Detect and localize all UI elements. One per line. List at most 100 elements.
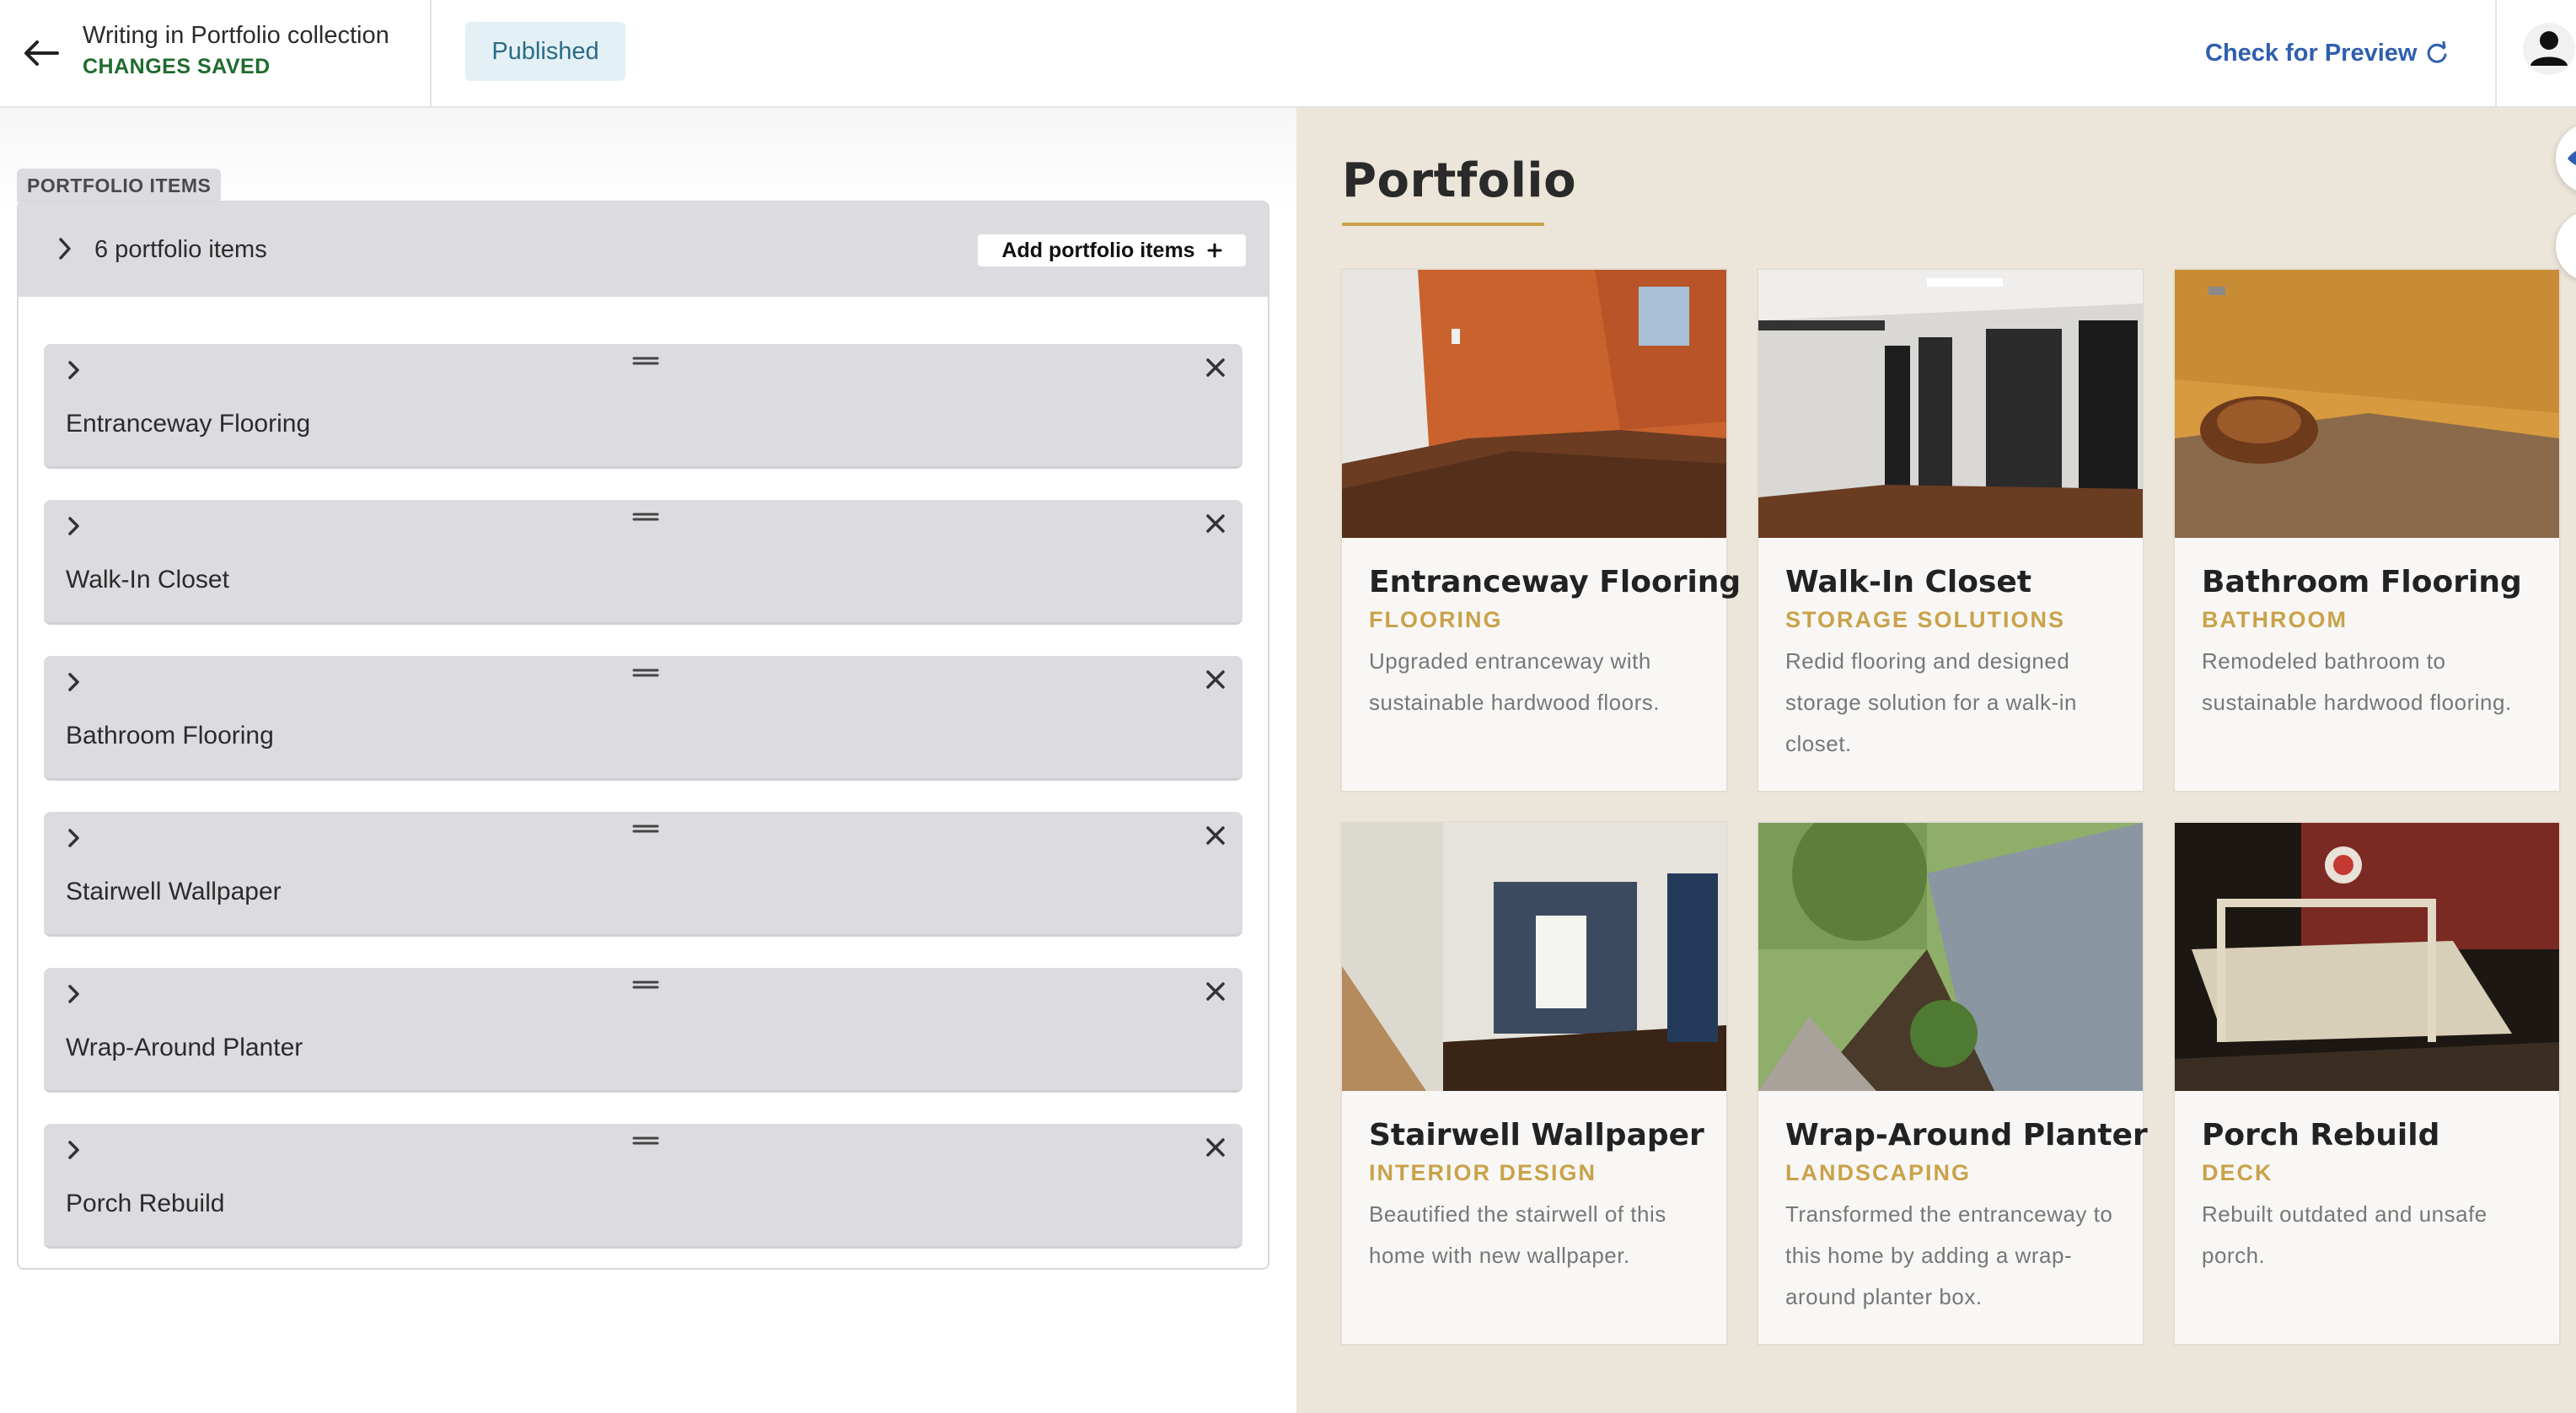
- remove-item-button[interactable]: [1200, 664, 1231, 695]
- portfolio-card-walk-in-closet[interactable]: Walk-In Closet STORAGE SOLUTIONS Redid f…: [1757, 268, 2144, 792]
- close-icon: [1206, 1138, 1225, 1157]
- card-title: Stairwell Wallpaper: [1369, 1118, 1704, 1152]
- card-photo: [1758, 823, 2143, 1091]
- card-photo: [1758, 270, 2143, 538]
- drag-handle[interactable]: [631, 1131, 661, 1151]
- card-description: Beautified the stairwell of this home wi…: [1369, 1201, 1666, 1268]
- card-photo: [2175, 823, 2559, 1091]
- chevron-right-icon: [68, 829, 79, 847]
- portfolio-item-bathroom-flooring[interactable]: Bathroom Flooring: [44, 656, 1242, 781]
- portfolio-item-label: Bathroom Flooring: [66, 722, 274, 749]
- remove-item-button[interactable]: [1200, 508, 1231, 539]
- card-description: Upgraded entranceway with sustainable ha…: [1369, 648, 1660, 715]
- portfolio-item-label: Stairwell Wallpaper: [66, 878, 282, 905]
- user-avatar-button[interactable]: [2522, 22, 2576, 76]
- portfolio-card-bathroom-flooring[interactable]: Bathroom Flooring BATHROOM Remodeled bat…: [2173, 268, 2561, 792]
- portfolio-item-label: Entranceway Flooring: [66, 410, 311, 438]
- remove-item-button[interactable]: [1200, 352, 1231, 383]
- add-portfolio-items-label: Add portfolio items: [1001, 238, 1195, 262]
- card-photo: [2175, 270, 2559, 538]
- user-avatar-icon: [2523, 23, 2575, 75]
- drag-handle-icon: [632, 825, 659, 833]
- editor-panel: PORTFOLIO ITEMS 6 portfolio items Add po…: [0, 108, 1296, 1413]
- portfolio-card-entranceway-flooring[interactable]: Entranceway Flooring FLOORING Upgraded e…: [1340, 268, 1741, 792]
- close-icon: [1206, 358, 1225, 377]
- card-title: Wrap-Around Planter: [1785, 1118, 2148, 1152]
- add-portfolio-items-button[interactable]: Add portfolio items: [978, 234, 1246, 266]
- portfolio-item-wrap-around-planter[interactable]: Wrap-Around Planter: [44, 968, 1242, 1093]
- expand-item-toggle[interactable]: [61, 352, 86, 386]
- card-category: FLOORING: [1369, 607, 1503, 632]
- chevron-right-icon: [68, 361, 79, 379]
- portfolio-items-count: 6 portfolio items: [94, 236, 267, 263]
- portfolio-items-section-label: PORTFOLIO ITEMS: [17, 169, 222, 202]
- card-title: Walk-In Closet: [1785, 565, 2032, 599]
- card-category: BATHROOM: [2202, 607, 2348, 632]
- drag-handle[interactable]: [631, 351, 661, 371]
- portfolio-items-header: 6 portfolio items Add portfolio items: [19, 202, 1268, 297]
- card-title: Entranceway Flooring: [1369, 565, 1741, 599]
- card-photo: [1342, 270, 1726, 538]
- header-divider: [430, 0, 432, 108]
- close-icon: [1206, 826, 1225, 845]
- expand-item-toggle[interactable]: [61, 820, 86, 854]
- drag-handle-icon: [632, 357, 659, 365]
- refresh-icon: [2428, 41, 2447, 63]
- card-category: LANDSCAPING: [1785, 1160, 1972, 1185]
- drag-handle-icon: [632, 669, 659, 677]
- collection-title: Writing in Portfolio collection: [83, 22, 389, 49]
- expand-item-toggle[interactable]: [61, 1132, 86, 1166]
- portfolio-card-wrap-around-planter[interactable]: Wrap-Around Planter LANDSCAPING Transfor…: [1757, 821, 2148, 1346]
- portfolio-heading: Portfolio: [1342, 153, 1577, 208]
- published-status-button[interactable]: Published: [465, 22, 625, 81]
- close-icon: [1206, 670, 1225, 689]
- top-bar: Writing in Portfolio collection CHANGES …: [0, 0, 2576, 108]
- resize-preview-button[interactable]: [2556, 211, 2576, 282]
- card-description: Redid flooring and designed storage solu…: [1785, 648, 2077, 756]
- check-for-preview-label: Check for Preview: [2205, 39, 2418, 67]
- portfolio-card-stairwell-wallpaper[interactable]: Stairwell Wallpaper INTERIOR DESIGN Beau…: [1340, 821, 1728, 1346]
- collection-title-block: Writing in Portfolio collection CHANGES …: [83, 20, 389, 83]
- portfolio-card-porch-rebuild[interactable]: Porch Rebuild DECK Rebuilt outdated and …: [2173, 821, 2561, 1346]
- chevron-right-icon: [68, 517, 79, 535]
- drag-handle-icon: [632, 981, 659, 989]
- card-category: INTERIOR DESIGN: [1369, 1160, 1597, 1185]
- expand-item-toggle[interactable]: [61, 664, 86, 698]
- preview-panel: Portfolio Entranceway Flooring FLOORING …: [1296, 108, 2576, 1413]
- drag-handle[interactable]: [631, 975, 661, 995]
- card-category: DECK: [2202, 1160, 2273, 1185]
- card-description: Transformed the entranceway to this home…: [1785, 1201, 2113, 1309]
- portfolio-item-entranceway-flooring[interactable]: Entranceway Flooring: [44, 344, 1242, 469]
- portfolio-item-stairwell-wallpaper[interactable]: Stairwell Wallpaper: [44, 812, 1242, 937]
- portfolio-item-walk-in-closet[interactable]: Walk-In Closet: [44, 500, 1242, 625]
- remove-item-button[interactable]: [1200, 820, 1231, 851]
- remove-item-button[interactable]: [1200, 976, 1231, 1007]
- close-icon: [1206, 514, 1225, 533]
- portfolio-item-label: Wrap-Around Planter: [66, 1034, 303, 1061]
- drag-handle[interactable]: [631, 663, 661, 683]
- eye-icon: [2568, 151, 2576, 165]
- portfolio-item-label: Porch Rebuild: [66, 1190, 225, 1217]
- expand-items-toggle[interactable]: [52, 234, 78, 263]
- card-title: Porch Rebuild: [2202, 1118, 2440, 1152]
- header-divider-right: [2495, 0, 2497, 108]
- drag-handle-icon: [632, 1136, 659, 1145]
- back-button[interactable]: [19, 34, 62, 73]
- drag-handle[interactable]: [631, 819, 661, 839]
- card-description: Rebuilt outdated and unsafe porch.: [2202, 1201, 2487, 1268]
- chevron-right-icon: [59, 238, 71, 260]
- check-for-preview-link[interactable]: Check for Preview: [2205, 34, 2449, 73]
- portfolio-item-porch-rebuild[interactable]: Porch Rebuild: [44, 1124, 1242, 1249]
- chevron-right-icon: [68, 673, 79, 691]
- arrow-left-icon: [24, 40, 59, 66]
- portfolio-items-list: 6 portfolio items Add portfolio items En…: [17, 201, 1269, 1270]
- plus-icon: [1207, 243, 1222, 258]
- remove-item-button[interactable]: [1200, 1132, 1231, 1163]
- card-category: STORAGE SOLUTIONS: [1785, 607, 2066, 632]
- portfolio-item-label: Walk-In Closet: [66, 566, 229, 594]
- card-description: Remodeled bathroom to sustainable hardwo…: [2202, 648, 2512, 715]
- drag-handle[interactable]: [631, 507, 661, 527]
- expand-item-toggle[interactable]: [61, 976, 86, 1010]
- toggle-preview-visibility-button[interactable]: [2556, 123, 2576, 194]
- expand-item-toggle[interactable]: [61, 508, 86, 542]
